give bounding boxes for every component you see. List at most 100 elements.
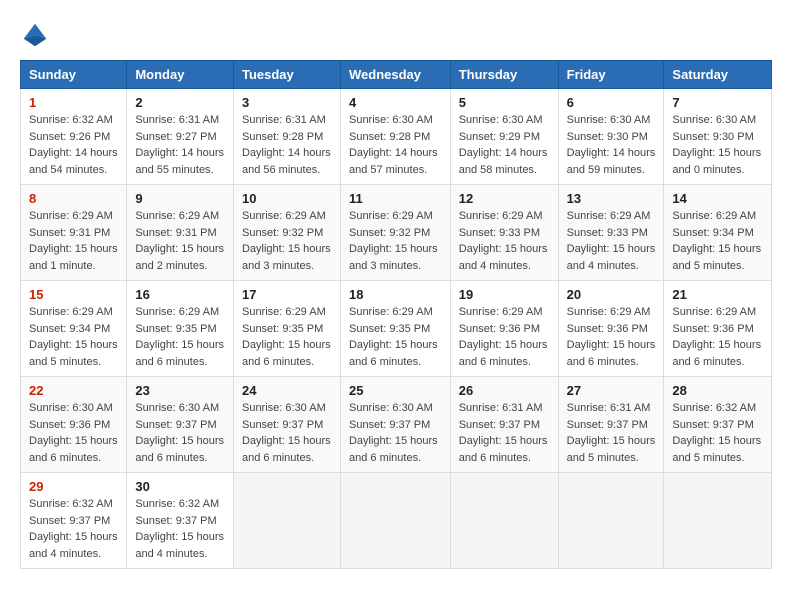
- day-info: Sunrise: 6:29 AMSunset: 9:35 PMDaylight:…: [135, 304, 225, 370]
- column-header-monday: Monday: [127, 61, 234, 89]
- day-number: 26: [459, 383, 550, 398]
- day-info: Sunrise: 6:31 AMSunset: 9:37 PMDaylight:…: [567, 400, 656, 466]
- day-info: Sunrise: 6:29 AMSunset: 9:31 PMDaylight:…: [135, 208, 225, 274]
- week-row-4: 22 Sunrise: 6:30 AMSunset: 9:36 PMDayligh…: [21, 377, 772, 473]
- day-info: Sunrise: 6:31 AMSunset: 9:28 PMDaylight:…: [242, 112, 332, 178]
- day-info: Sunrise: 6:29 AMSunset: 9:32 PMDaylight:…: [349, 208, 442, 274]
- calendar-cell: 27 Sunrise: 6:31 AMSunset: 9:37 PMDayligh…: [558, 377, 664, 473]
- day-info: Sunrise: 6:32 AMSunset: 9:37 PMDaylight:…: [672, 400, 763, 466]
- calendar-cell: 6 Sunrise: 6:30 AMSunset: 9:30 PMDaylight…: [558, 89, 664, 185]
- day-info: Sunrise: 6:30 AMSunset: 9:30 PMDaylight:…: [567, 112, 656, 178]
- calendar-cell: 17 Sunrise: 6:29 AMSunset: 9:35 PMDayligh…: [233, 281, 340, 377]
- day-number: 5: [459, 95, 550, 110]
- day-number: 24: [242, 383, 332, 398]
- calendar-cell: 15Sunrise: 6:29 AMSunset: 9:34 PMDayligh…: [21, 281, 127, 377]
- day-number: 30: [135, 479, 225, 494]
- logo-icon: [20, 20, 50, 50]
- day-number: 12: [459, 191, 550, 206]
- calendar-cell: [450, 473, 558, 569]
- column-header-thursday: Thursday: [450, 61, 558, 89]
- day-info: Sunrise: 6:30 AMSunset: 9:36 PMDaylight:…: [29, 400, 118, 466]
- day-info: Sunrise: 6:32 AMSunset: 9:26 PMDaylight:…: [29, 112, 118, 178]
- day-number: 22: [29, 383, 118, 398]
- calendar-cell: 7 Sunrise: 6:30 AMSunset: 9:30 PMDaylight…: [664, 89, 772, 185]
- day-number: 2: [135, 95, 225, 110]
- calendar-cell: 2Sunrise: 6:31 AMSunset: 9:27 PMDaylight…: [127, 89, 234, 185]
- day-info: Sunrise: 6:29 AMSunset: 9:34 PMDaylight:…: [672, 208, 763, 274]
- calendar-cell: [664, 473, 772, 569]
- column-header-friday: Friday: [558, 61, 664, 89]
- calendar-cell: 24 Sunrise: 6:30 AMSunset: 9:37 PMDayligh…: [233, 377, 340, 473]
- day-number: 1: [29, 95, 118, 110]
- calendar-cell: 18 Sunrise: 6:29 AMSunset: 9:35 PMDayligh…: [340, 281, 450, 377]
- day-info: Sunrise: 6:29 AMSunset: 9:33 PMDaylight:…: [567, 208, 656, 274]
- day-info: Sunrise: 6:29 AMSunset: 9:34 PMDaylight:…: [29, 304, 118, 370]
- calendar-cell: 1 Sunrise: 6:32 AMSunset: 9:26 PMDaylight…: [21, 89, 127, 185]
- column-header-saturday: Saturday: [664, 61, 772, 89]
- logo: [20, 20, 54, 50]
- calendar-cell: 29 Sunrise: 6:32 AMSunset: 9:37 PMDayligh…: [21, 473, 127, 569]
- day-number: 17: [242, 287, 332, 302]
- day-info: Sunrise: 6:29 AMSunset: 9:33 PMDaylight:…: [459, 208, 550, 274]
- calendar-cell: 28 Sunrise: 6:32 AMSunset: 9:37 PMDayligh…: [664, 377, 772, 473]
- calendar-cell: 20Sunrise: 6:29 AMSunset: 9:36 PMDayligh…: [558, 281, 664, 377]
- day-number: 18: [349, 287, 442, 302]
- day-number: 28: [672, 383, 763, 398]
- day-number: 8: [29, 191, 118, 206]
- calendar-cell: 10 Sunrise: 6:29 AMSunset: 9:32 PMDayligh…: [233, 185, 340, 281]
- day-number: 16: [135, 287, 225, 302]
- day-info: Sunrise: 6:30 AMSunset: 9:37 PMDaylight:…: [242, 400, 332, 466]
- day-number: 10: [242, 191, 332, 206]
- calendar-cell: 30Sunrise: 6:32 AMSunset: 9:37 PMDayligh…: [127, 473, 234, 569]
- calendar-cell: 23 Sunrise: 6:30 AMSunset: 9:37 PMDayligh…: [127, 377, 234, 473]
- calendar-cell: 19Sunrise: 6:29 AMSunset: 9:36 PMDayligh…: [450, 281, 558, 377]
- day-number: 29: [29, 479, 118, 494]
- calendar-cell: 9 Sunrise: 6:29 AMSunset: 9:31 PMDaylight…: [127, 185, 234, 281]
- column-header-sunday: Sunday: [21, 61, 127, 89]
- calendar-cell: 8 Sunrise: 6:29 AMSunset: 9:31 PMDaylight…: [21, 185, 127, 281]
- day-info: Sunrise: 6:30 AMSunset: 9:30 PMDaylight:…: [672, 112, 763, 178]
- day-info: Sunrise: 6:30 AMSunset: 9:37 PMDaylight:…: [135, 400, 225, 466]
- day-info: Sunrise: 6:29 AMSunset: 9:32 PMDaylight:…: [242, 208, 332, 274]
- day-info: Sunrise: 6:29 AMSunset: 9:35 PMDaylight:…: [242, 304, 332, 370]
- calendar-cell: 4Sunrise: 6:30 AMSunset: 9:28 PMDaylight…: [340, 89, 450, 185]
- calendar-cell: 25Sunrise: 6:30 AMSunset: 9:37 PMDayligh…: [340, 377, 450, 473]
- day-info: Sunrise: 6:30 AMSunset: 9:37 PMDaylight:…: [349, 400, 442, 466]
- day-number: 9: [135, 191, 225, 206]
- day-info: Sunrise: 6:29 AMSunset: 9:36 PMDaylight:…: [567, 304, 656, 370]
- day-info: Sunrise: 6:29 AMSunset: 9:36 PMDaylight:…: [672, 304, 763, 370]
- day-number: 11: [349, 191, 442, 206]
- calendar-cell: [558, 473, 664, 569]
- day-number: 4: [349, 95, 442, 110]
- day-number: 21: [672, 287, 763, 302]
- calendar-cell: 14 Sunrise: 6:29 AMSunset: 9:34 PMDayligh…: [664, 185, 772, 281]
- day-info: Sunrise: 6:29 AMSunset: 9:35 PMDaylight:…: [349, 304, 442, 370]
- calendar-cell: 26 Sunrise: 6:31 AMSunset: 9:37 PMDayligh…: [450, 377, 558, 473]
- column-header-tuesday: Tuesday: [233, 61, 340, 89]
- week-row-3: 15Sunrise: 6:29 AMSunset: 9:34 PMDayligh…: [21, 281, 772, 377]
- week-row-5: 29 Sunrise: 6:32 AMSunset: 9:37 PMDayligh…: [21, 473, 772, 569]
- calendar-cell: 11 Sunrise: 6:29 AMSunset: 9:32 PMDayligh…: [340, 185, 450, 281]
- day-info: Sunrise: 6:30 AMSunset: 9:29 PMDaylight:…: [459, 112, 550, 178]
- page-header: [20, 20, 772, 50]
- day-info: Sunrise: 6:29 AMSunset: 9:31 PMDaylight:…: [29, 208, 118, 274]
- calendar-cell: 12 Sunrise: 6:29 AMSunset: 9:33 PMDayligh…: [450, 185, 558, 281]
- week-row-2: 8 Sunrise: 6:29 AMSunset: 9:31 PMDaylight…: [21, 185, 772, 281]
- calendar-cell: 16 Sunrise: 6:29 AMSunset: 9:35 PMDayligh…: [127, 281, 234, 377]
- day-info: Sunrise: 6:31 AMSunset: 9:37 PMDaylight:…: [459, 400, 550, 466]
- day-number: 6: [567, 95, 656, 110]
- calendar-cell: 21 Sunrise: 6:29 AMSunset: 9:36 PMDayligh…: [664, 281, 772, 377]
- calendar-cell: 22 Sunrise: 6:30 AMSunset: 9:36 PMDayligh…: [21, 377, 127, 473]
- calendar-cell: 13 Sunrise: 6:29 AMSunset: 9:33 PMDayligh…: [558, 185, 664, 281]
- day-info: Sunrise: 6:29 AMSunset: 9:36 PMDaylight:…: [459, 304, 550, 370]
- day-info: Sunrise: 6:32 AMSunset: 9:37 PMDaylight:…: [29, 496, 118, 562]
- calendar-header-row: SundayMondayTuesdayWednesdayThursdayFrid…: [21, 61, 772, 89]
- day-number: 13: [567, 191, 656, 206]
- calendar: SundayMondayTuesdayWednesdayThursdayFrid…: [20, 60, 772, 569]
- day-number: 27: [567, 383, 656, 398]
- day-number: 23: [135, 383, 225, 398]
- day-number: 7: [672, 95, 763, 110]
- calendar-cell: [340, 473, 450, 569]
- calendar-cell: [233, 473, 340, 569]
- day-number: 14: [672, 191, 763, 206]
